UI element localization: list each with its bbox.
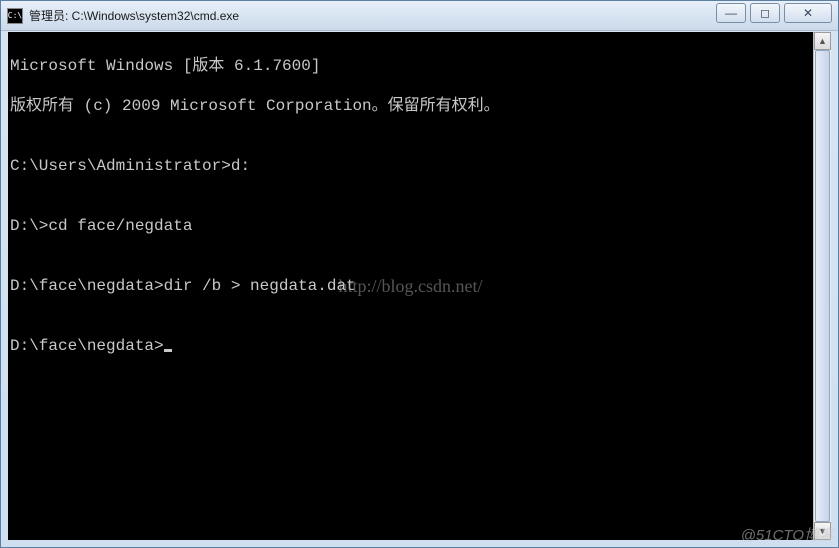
- console-line: D:\face\negdata>dir /b > negdata.dat: [10, 276, 811, 296]
- console-line: C:\Users\Administrator>d:: [10, 156, 811, 176]
- client-area: Microsoft Windows [版本 6.1.7600] 版权所有 (c)…: [8, 32, 831, 540]
- prompt: D:\face\negdata>: [10, 337, 164, 355]
- console-line: Microsoft Windows [版本 6.1.7600]: [10, 56, 811, 76]
- console-line: D:\>cd face/negdata: [10, 216, 811, 236]
- console-output[interactable]: Microsoft Windows [版本 6.1.7600] 版权所有 (c)…: [8, 32, 813, 540]
- command-text: dir /b > negdata.dat: [164, 277, 356, 295]
- scroll-thumb[interactable]: [815, 50, 830, 522]
- app-icon: C:\: [7, 8, 23, 24]
- minimize-button[interactable]: —: [716, 3, 746, 23]
- close-button[interactable]: ✕: [784, 3, 832, 23]
- scroll-down-button[interactable]: ▼: [814, 522, 831, 540]
- window-title: 管理员: C:\Windows\system32\cmd.exe: [29, 7, 832, 24]
- vertical-scrollbar[interactable]: ▲ ▼: [813, 32, 831, 540]
- prompt: D:\face\negdata>: [10, 277, 164, 295]
- maximize-button[interactable]: ◻: [750, 3, 780, 23]
- titlebar[interactable]: C:\ 管理员: C:\Windows\system32\cmd.exe — ◻…: [1, 1, 838, 31]
- command-text: d:: [231, 157, 250, 175]
- command-text: cd face/negdata: [48, 217, 192, 235]
- cursor: [164, 349, 172, 352]
- console-line: D:\face\negdata>: [10, 336, 811, 356]
- prompt: C:\Users\Administrator>: [10, 157, 231, 175]
- window-controls: — ◻ ✕: [716, 3, 832, 23]
- prompt: D:\>: [10, 217, 48, 235]
- cmd-window: C:\ 管理员: C:\Windows\system32\cmd.exe — ◻…: [0, 0, 839, 548]
- scroll-track[interactable]: [814, 50, 831, 522]
- scroll-up-button[interactable]: ▲: [814, 32, 831, 50]
- console-line: 版权所有 (c) 2009 Microsoft Corporation。保留所有…: [10, 96, 811, 116]
